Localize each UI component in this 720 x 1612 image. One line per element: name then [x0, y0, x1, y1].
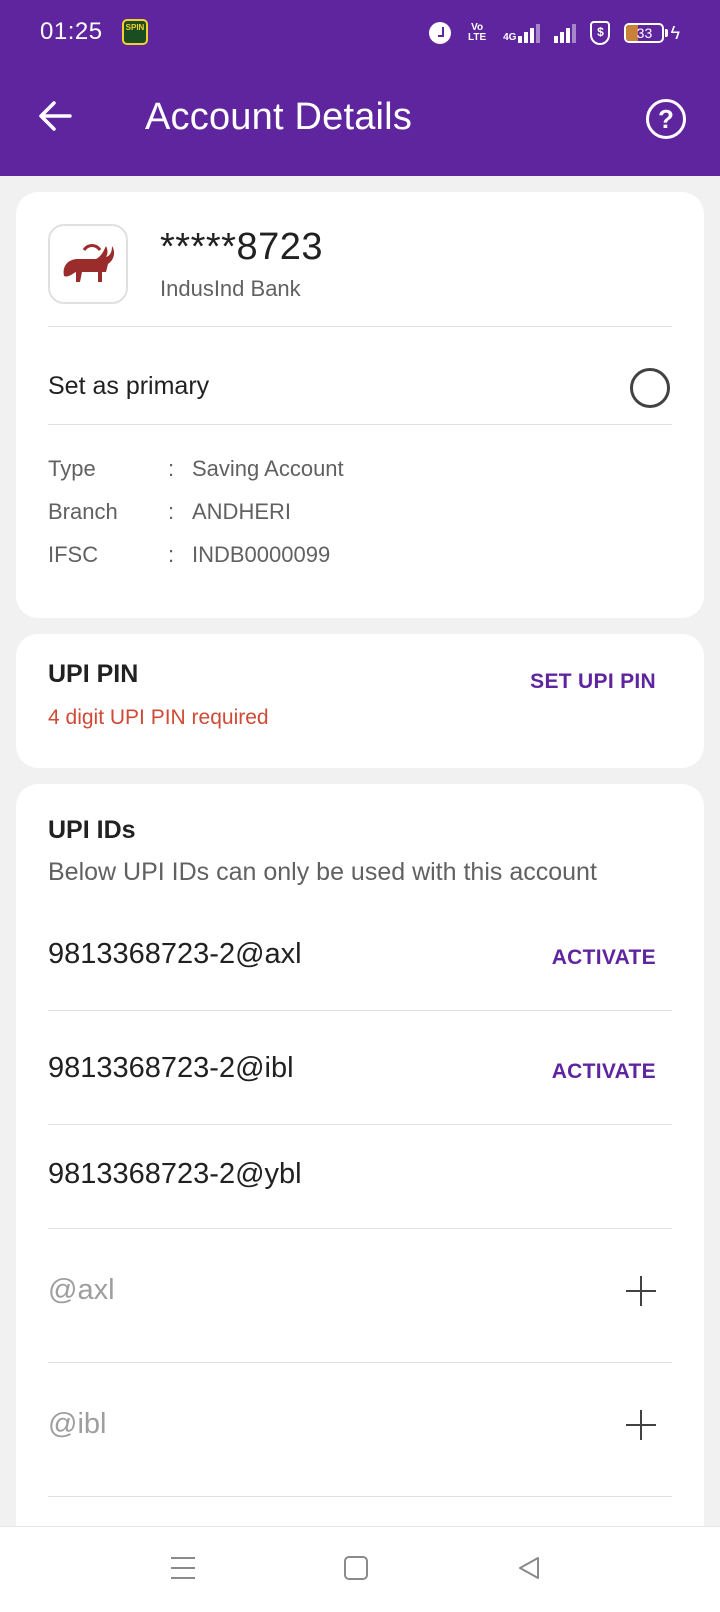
divider [48, 1228, 672, 1229]
upi-pin-card: UPI PIN 4 digit UPI PIN required SET UPI… [16, 634, 704, 768]
set-primary-label: Set as primary [48, 372, 210, 400]
app-bar: Account Details ? [0, 66, 720, 176]
bank-logo [48, 224, 128, 304]
upi-ids-card: UPI IDs Below UPI IDs can only be used w… [16, 784, 704, 1544]
upi-handle: @ibl [48, 1408, 107, 1440]
detail-value: INDB0000099 [192, 542, 331, 567]
activate-button[interactable]: ACTIVATE [552, 946, 656, 970]
detail-value: Saving Account [192, 456, 344, 481]
charging-icon: ϟ [670, 22, 680, 43]
signal-4g-icon: 4G [503, 23, 541, 43]
help-button[interactable]: ? [646, 99, 686, 139]
help-circle-icon: ? [658, 104, 674, 134]
add-upi-row[interactable]: @ibl [16, 1380, 704, 1496]
detail-value: ANDHERI [192, 499, 292, 524]
upi-id: 9813368723-2@axl [48, 938, 302, 970]
page-title: Account Details [145, 96, 413, 138]
bank-name: IndusInd Bank [160, 276, 301, 301]
home-button[interactable] [344, 1556, 368, 1580]
signal-bars-2-icon [554, 23, 577, 43]
battery-level: 33 [636, 25, 653, 41]
set-primary-radio[interactable] [630, 368, 670, 408]
back-button[interactable] [36, 96, 76, 136]
triangle-back-icon [519, 1557, 539, 1579]
upi-id: 9813368723-2@ibl [48, 1052, 294, 1084]
detail-key: IFSC [48, 542, 99, 567]
network-type-label: 4G [503, 32, 517, 43]
divider [48, 1496, 672, 1497]
upi-id: 9813368723-2@ybl [48, 1158, 302, 1190]
top-bar: 01:25 SPIN Vo LTE 4G $ 33 ϟ Account Deta… [0, 0, 720, 176]
status-icons: Vo LTE 4G $ 33 ϟ [429, 18, 680, 48]
battery-icon: 33 ϟ [624, 23, 680, 44]
signal-bars-icon [518, 23, 541, 43]
divider [48, 424, 672, 425]
activate-button[interactable]: ACTIVATE [552, 1060, 656, 1084]
status-bar: 01:25 SPIN Vo LTE 4G $ 33 ϟ [0, 0, 720, 66]
upi-ids-title: UPI IDs [48, 816, 136, 844]
divider [48, 1010, 672, 1011]
system-nav-bar [0, 1526, 720, 1612]
account-number: *****8723 [160, 226, 323, 268]
upi-id-row: 9813368723-2@ibl ACTIVATE [16, 1028, 704, 1124]
upi-id-row: 9813368723-2@axl ACTIVATE [16, 914, 704, 1010]
volte-icon: Vo LTE [468, 22, 487, 43]
dollar-shield-icon: $ [590, 21, 611, 45]
upi-handle: @axl [48, 1274, 115, 1306]
status-time: 01:25 [40, 18, 103, 45]
add-upi-row[interactable]: @axl [16, 1246, 704, 1362]
divider [48, 326, 672, 327]
upi-ids-subtitle: Below UPI IDs can only be used with this… [48, 858, 597, 886]
divider [48, 1124, 672, 1125]
arrow-left-icon [39, 101, 72, 131]
system-back-button[interactable] [514, 1553, 544, 1583]
upi-id-row: 9813368723-2@ybl [16, 1140, 704, 1226]
account-card: *****8723 IndusInd Bank Set as primary T… [16, 192, 704, 618]
plus-icon[interactable] [626, 1276, 656, 1306]
plus-icon[interactable] [626, 1410, 656, 1440]
set-upi-pin-button[interactable]: SET UPI PIN [530, 670, 656, 694]
induslnd-bull-icon [63, 244, 115, 282]
spin-app-icon: SPIN [122, 19, 148, 45]
upi-pin-title: UPI PIN [48, 660, 139, 688]
upi-pin-warning: 4 digit UPI PIN required [48, 706, 269, 729]
alarm-icon [429, 22, 452, 44]
recent-apps-button[interactable] [171, 1557, 195, 1579]
detail-key: Branch [48, 499, 118, 524]
divider [48, 1362, 672, 1363]
detail-key: Type [48, 456, 96, 481]
